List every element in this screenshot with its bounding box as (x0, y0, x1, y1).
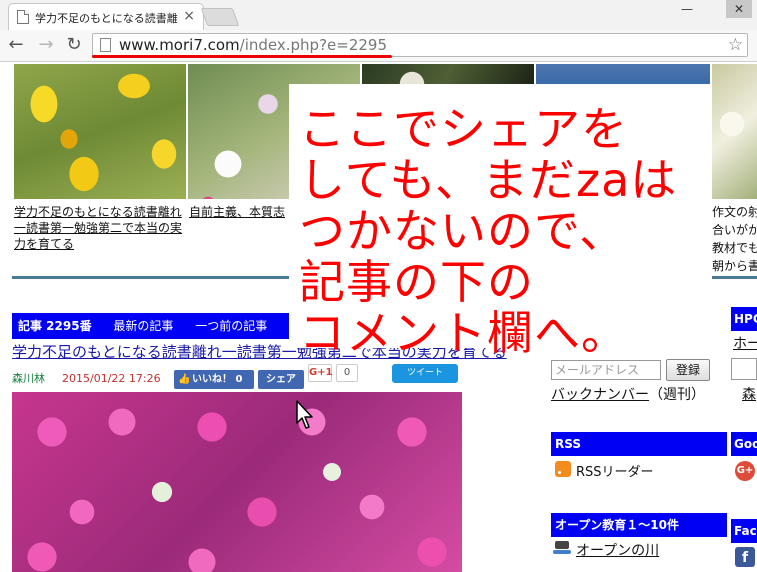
register-button[interactable]: 登録 (666, 359, 710, 381)
tab-title: 学力不足のもとになる読書離 (35, 12, 178, 25)
page-root: 学力不足のもとになる読書離 × — ✕ ← → ↻ www.mori7.com/… (0, 0, 757, 572)
right-caption-line-1[interactable]: 作文の射 (712, 204, 757, 220)
boat-icon (553, 541, 571, 555)
article-date: 2015/01/22 17:26 (62, 372, 161, 385)
new-tab-button[interactable] (200, 8, 240, 26)
google-plus-button[interactable]: G+1 (308, 364, 333, 382)
facebook-icon[interactable]: f (735, 547, 755, 567)
previous-article-link[interactable]: 一つ前の記事 (195, 319, 267, 333)
url-host: www.mori7.com (119, 36, 240, 54)
document-icon (100, 38, 111, 52)
page-icon (17, 10, 29, 24)
thumbnail-blue[interactable] (536, 64, 710, 84)
bookmark-star-icon[interactable]: ☆ (728, 34, 743, 56)
article-author[interactable]: 森川林 (12, 372, 45, 386)
facebook-share-button[interactable]: シェア (258, 370, 304, 389)
article-number: 記事 2295番 (18, 319, 92, 333)
google-heading: Goo (731, 432, 757, 456)
address-bar[interactable]: www.mori7.com/index.php?e=2295 ☆ (92, 33, 748, 57)
thumbnail-dark[interactable] (362, 64, 534, 84)
backnumber-suffix: （週刊） (649, 387, 705, 403)
forward-icon[interactable]: → (36, 34, 56, 56)
section-divider (12, 276, 292, 279)
minimize-icon[interactable]: — (674, 0, 700, 18)
section-divider-right (712, 276, 757, 279)
annotation-line-3: つかないので、 (299, 204, 627, 258)
right-caption-line-4[interactable]: 朝から書 (712, 258, 757, 274)
thumbnail-caption-2[interactable]: 自前主義、本質志神 (189, 204, 285, 220)
annotation-text: ここでシェアを しても、まだzaは つかないので、 記事の下の コメント欄へ。 (299, 104, 709, 359)
google-plus-icon[interactable]: G+ (735, 461, 755, 481)
mori-link[interactable]: 森 (742, 384, 756, 404)
email-input[interactable] (551, 360, 661, 380)
tab-strip: 学力不足のもとになる読書離 × — ✕ (0, 0, 757, 30)
right-caption-line-3[interactable]: 教材でも (712, 240, 757, 256)
thumbnail-daffodil[interactable] (14, 64, 186, 199)
thumbnail-caption-1[interactable]: 学力不足のもとになる読書離れ一読書第一勉強第二で本当の実力を育てる (14, 204, 184, 252)
thumbnail-right[interactable] (712, 64, 757, 199)
annotation-line-1: ここでシェアを (299, 102, 628, 156)
open-river-link[interactable]: オープンの川 (576, 540, 659, 560)
rss-heading: RSS (551, 432, 727, 456)
backnumber: バックナンバー（週刊） (551, 384, 705, 404)
reload-icon[interactable]: ↻ (64, 34, 84, 56)
url-text: www.mori7.com/index.php?e=2295 (119, 36, 387, 54)
latest-article-link[interactable]: 最新の記事 (113, 319, 173, 333)
rss-icon[interactable] (555, 461, 571, 477)
browser-tab[interactable]: 学力不足のもとになる読書離 × (8, 3, 204, 30)
window-close-icon[interactable]: ✕ (726, 0, 752, 18)
annotation-line-4: 記事の下の (299, 255, 534, 309)
annotation-line-5: コメント欄へ。 (299, 306, 628, 360)
backnumber-link[interactable]: バックナンバー (551, 387, 649, 403)
right-caption-line-2[interactable]: 合いがか (712, 222, 757, 238)
facebook-like-button[interactable]: いいね！ 0 (174, 370, 254, 389)
google-plus-count: 0 (336, 364, 358, 382)
url-underline-annotation (92, 55, 392, 58)
open-education-heading: オープン教育１〜10件 (551, 513, 727, 537)
rss-reader-link[interactable]: RSSリーダー (576, 461, 654, 480)
article-image-pink-flowers (12, 392, 462, 572)
home-link[interactable]: ホー (733, 333, 757, 353)
hp-heading: HPC (731, 307, 757, 331)
tweet-button[interactable]: ツイート (392, 364, 458, 383)
close-icon[interactable]: × (183, 8, 195, 24)
right-input-box[interactable] (731, 358, 757, 380)
back-icon[interactable]: ← (6, 34, 26, 56)
facebook-heading: Face (731, 519, 757, 543)
url-path: /index.php?e=2295 (239, 36, 388, 54)
mouse-cursor-icon (296, 400, 313, 429)
annotation-line-2: しても、まだzaは (299, 153, 678, 207)
